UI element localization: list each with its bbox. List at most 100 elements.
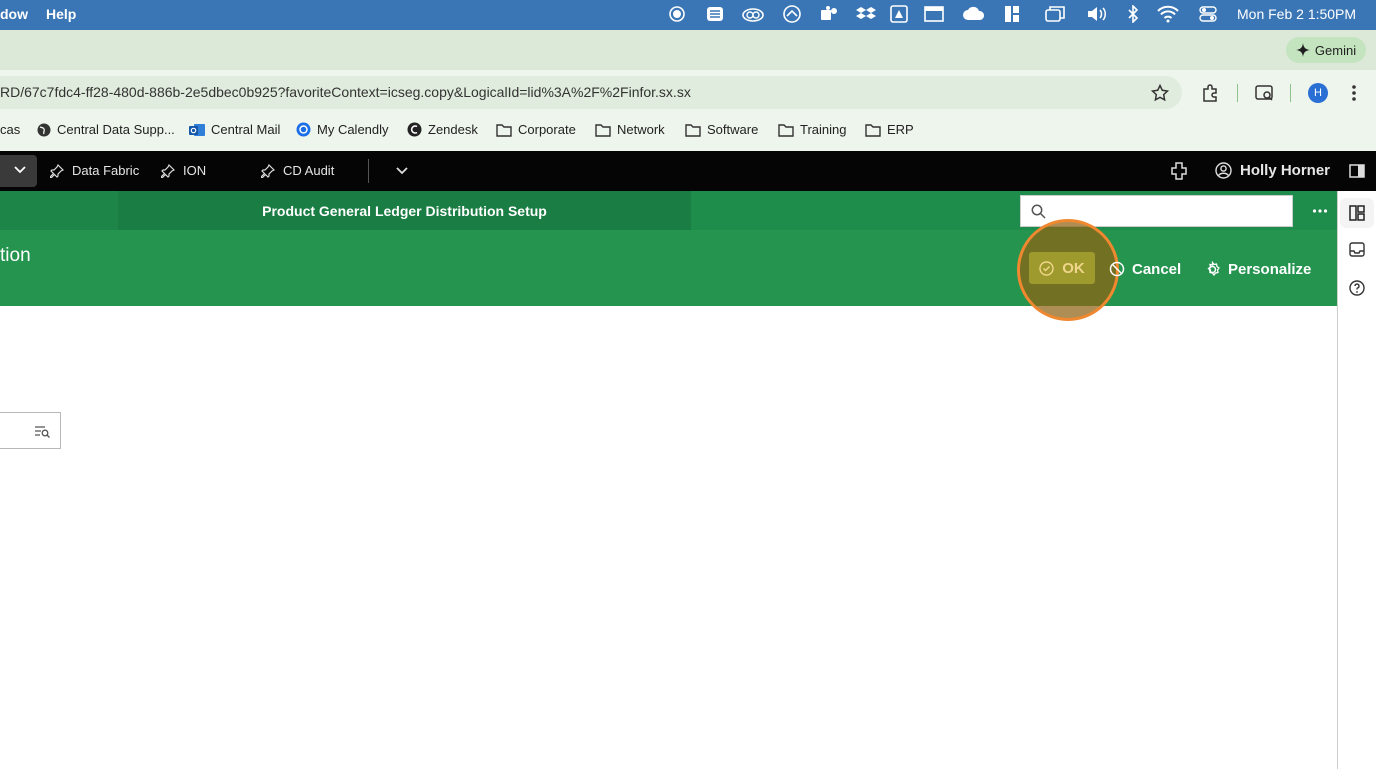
bookmark-label: cas bbox=[0, 122, 21, 137]
search-icon bbox=[1031, 204, 1046, 219]
panel-icon[interactable] bbox=[1004, 5, 1020, 23]
profile-avatar[interactable]: H bbox=[1308, 83, 1328, 103]
check-circle-icon bbox=[1039, 260, 1054, 276]
gemini-button[interactable]: Gemini bbox=[1286, 37, 1366, 63]
clock[interactable]: Mon Feb 2 1:50PM bbox=[1237, 6, 1356, 22]
gemini-label: Gemini bbox=[1314, 42, 1357, 58]
bookmark-label: Zendesk bbox=[428, 122, 478, 137]
nav-item-data-fabric[interactable]: Data Fabric bbox=[50, 163, 139, 178]
ok-label: OK bbox=[1062, 259, 1085, 277]
chevron-down-icon bbox=[14, 165, 26, 175]
kebab-menu-icon[interactable] bbox=[1348, 84, 1360, 102]
extensions-icon[interactable] bbox=[1201, 84, 1219, 102]
pin-icon bbox=[50, 163, 64, 178]
bookmarks-bar: cas Central Data Supp... Central Mail My… bbox=[0, 115, 1376, 151]
bookmark-item[interactable]: Zendesk bbox=[407, 122, 478, 137]
zendesk-icon bbox=[407, 122, 422, 137]
bookmark-folder[interactable]: Network bbox=[595, 122, 665, 137]
url-text[interactable]: RD/67c7fdc4-ff28-480d-886b-2e5dbec0b925?… bbox=[0, 84, 691, 100]
bookmark-label: My Calendly bbox=[317, 122, 389, 137]
folder-icon bbox=[685, 123, 701, 137]
tab-title: Product General Ledger Distribution Setu… bbox=[262, 202, 547, 219]
bookmark-item[interactable]: My Calendly bbox=[296, 122, 389, 137]
tab-prev[interactable] bbox=[0, 191, 118, 230]
pin-icon bbox=[261, 163, 275, 178]
bookmark-label: Central Mail bbox=[211, 122, 281, 137]
nav-item-label: CD Audit bbox=[283, 163, 335, 178]
folder-icon bbox=[496, 123, 512, 137]
bookmark-folder[interactable]: Training bbox=[778, 122, 846, 137]
nav-item-ion[interactable]: ION bbox=[161, 163, 206, 178]
user-name: Holly Horner bbox=[1240, 162, 1331, 179]
cc-icon[interactable] bbox=[742, 5, 764, 23]
user-icon bbox=[1215, 162, 1232, 179]
ok-button[interactable]: OK bbox=[1029, 252, 1095, 284]
app-nav-bar: Data Fabric ION CD Audit Holly Horner bbox=[0, 151, 1376, 191]
outlook-icon bbox=[189, 123, 205, 137]
cancel-button[interactable]: Cancel bbox=[1109, 258, 1181, 280]
nav-item-cd-audit[interactable]: CD Audit bbox=[261, 163, 334, 178]
chevron-down-icon[interactable] bbox=[396, 166, 408, 176]
window-icon[interactable] bbox=[924, 5, 944, 23]
dropbox-icon[interactable] bbox=[856, 5, 876, 23]
layout-icon bbox=[1349, 205, 1365, 221]
bookmark-folder[interactable]: Software bbox=[685, 122, 758, 137]
pin-icon bbox=[161, 163, 175, 178]
bookmark-label: Corporate bbox=[518, 122, 576, 137]
side-rail bbox=[1337, 191, 1376, 769]
menu-bar: dow Help Mon Feb 2 1:50PM bbox=[0, 0, 1376, 30]
page-title: tion bbox=[0, 245, 31, 266]
browser-tab-strip bbox=[0, 30, 1376, 70]
control-center-icon[interactable] bbox=[1199, 5, 1217, 23]
bookmark-star-icon[interactable] bbox=[1151, 84, 1169, 102]
toolbar-divider bbox=[1237, 84, 1238, 102]
menu-help[interactable]: Help bbox=[46, 6, 76, 22]
bookmark-label: Training bbox=[800, 122, 847, 137]
tab-current[interactable]: Product General Ledger Distribution Setu… bbox=[118, 191, 691, 230]
bookmark-folder[interactable]: ERP bbox=[865, 122, 914, 137]
personalize-label: Personalize bbox=[1228, 260, 1312, 278]
bookmark-folder[interactable]: Corporate bbox=[496, 122, 576, 137]
panel-toggle-icon[interactable] bbox=[1349, 164, 1365, 178]
nav-item-label: Data Fabric bbox=[72, 163, 140, 178]
wifi-icon[interactable] bbox=[1157, 5, 1179, 23]
nav-divider bbox=[368, 159, 369, 183]
cancel-icon bbox=[1109, 261, 1125, 277]
sync-icon[interactable] bbox=[782, 5, 802, 23]
folder-icon bbox=[778, 123, 794, 137]
bookmark-item[interactable]: Central Data Supp... bbox=[37, 122, 175, 137]
cloud-icon[interactable] bbox=[962, 5, 986, 23]
more-options-icon[interactable] bbox=[1312, 206, 1328, 216]
folder-icon bbox=[595, 123, 611, 137]
bookmark-add-icon[interactable] bbox=[1171, 162, 1187, 180]
sparkle-icon bbox=[1295, 43, 1310, 57]
app-switcher[interactable] bbox=[0, 155, 37, 187]
bookmark-label: Central Data Supp... bbox=[57, 122, 175, 137]
bookmark-label: Software bbox=[707, 122, 759, 137]
volume-icon[interactable] bbox=[1086, 5, 1108, 23]
bookmark-label: Network bbox=[617, 122, 665, 137]
toolbar-divider bbox=[1290, 84, 1291, 102]
user-menu[interactable]: Holly Horner bbox=[1215, 162, 1330, 179]
filter-input[interactable] bbox=[0, 412, 61, 449]
inbox-icon[interactable] bbox=[1349, 242, 1365, 257]
teams-icon[interactable] bbox=[820, 5, 838, 23]
cancel-label: Cancel bbox=[1132, 260, 1182, 278]
help-icon[interactable] bbox=[1349, 280, 1365, 296]
filter-search-icon[interactable] bbox=[34, 425, 50, 439]
folder-icon bbox=[865, 123, 881, 137]
widgets-button[interactable] bbox=[1340, 198, 1374, 228]
calendly-icon bbox=[296, 122, 311, 137]
bookmark-item[interactable]: Central Mail bbox=[189, 122, 280, 137]
screens-icon[interactable] bbox=[1045, 5, 1065, 23]
bookmark-label: ERP bbox=[887, 122, 914, 137]
menu-window[interactable]: dow bbox=[0, 6, 28, 22]
tab-search-icon[interactable] bbox=[1255, 84, 1275, 102]
personalize-button[interactable]: Personalize bbox=[1204, 258, 1311, 280]
list-icon[interactable] bbox=[706, 5, 724, 23]
profile-initial: H bbox=[1314, 87, 1322, 99]
drive-icon[interactable] bbox=[890, 5, 908, 23]
bookmark-item[interactable]: cas bbox=[0, 122, 20, 137]
bluetooth-icon[interactable] bbox=[1126, 5, 1140, 23]
record-icon[interactable] bbox=[668, 5, 686, 23]
